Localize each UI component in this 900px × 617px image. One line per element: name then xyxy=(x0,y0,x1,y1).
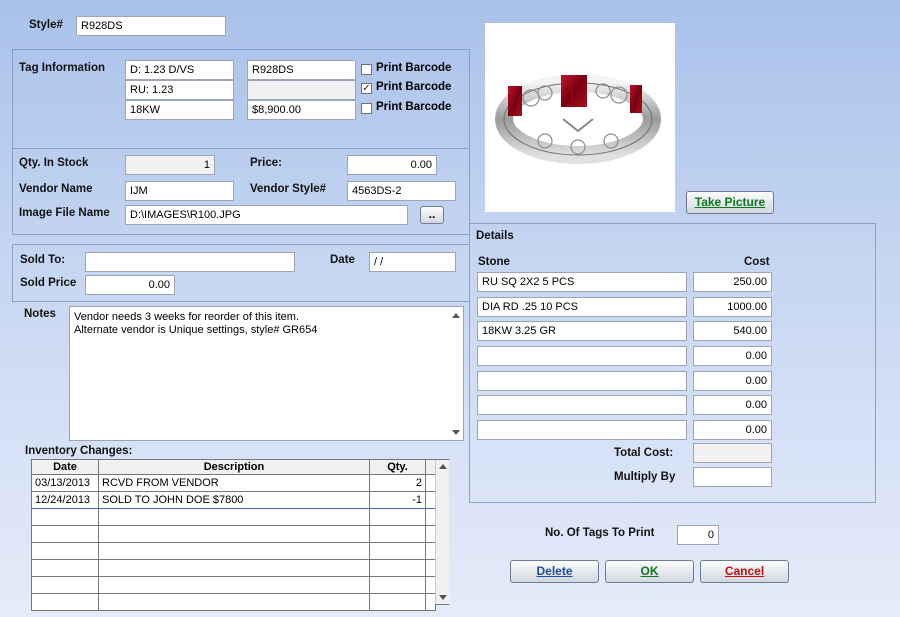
sold-to-label: Sold To: xyxy=(20,254,66,266)
qty-in-stock-field[interactable]: 1 xyxy=(125,155,215,175)
cost-field-7[interactable]: 0.00 xyxy=(693,420,772,440)
image-file-field[interactable]: D:\IMAGES\R100.JPG xyxy=(125,205,408,225)
scroll-down-icon[interactable] xyxy=(439,595,447,600)
cost-field-4[interactable]: 0.00 xyxy=(693,346,772,366)
cost-field-2[interactable]: 1000.00 xyxy=(693,297,772,317)
inventory-changes-label: Inventory Changes: xyxy=(25,445,133,457)
tag-line-3-right[interactable]: $8,900.00 xyxy=(247,100,356,120)
cost-field-1[interactable]: 250.00 xyxy=(693,272,772,292)
tag-line-2-left[interactable]: RU: 1.23 xyxy=(125,80,234,100)
price-field[interactable]: 0.00 xyxy=(347,155,437,175)
print-barcode-label-2: Print Barcode xyxy=(376,81,452,93)
stone-field-2[interactable]: DIA RD .25 10 PCS xyxy=(477,297,687,317)
vendor-style-field[interactable]: 4563DS-2 xyxy=(347,181,456,201)
print-barcode-checkbox-1[interactable] xyxy=(361,64,372,75)
table-row[interactable]: 12/24/2013 SOLD TO JOHN DOE $7800 -1 xyxy=(31,491,436,509)
tag-line-1-left[interactable]: D: 1.23 D/VS xyxy=(125,60,234,80)
notes-line-1: Vendor needs 3 weeks for reorder of this… xyxy=(74,311,300,323)
print-barcode-label-3: Print Barcode xyxy=(376,101,452,113)
multiply-by-field[interactable] xyxy=(693,467,772,487)
qty-in-stock-label: Qty. In Stock xyxy=(19,157,89,169)
inventory-cell-qty[interactable]: 2 xyxy=(369,474,426,492)
table-row[interactable] xyxy=(31,525,436,543)
style-field[interactable]: R928DS xyxy=(76,16,226,36)
image-file-label: Image File Name xyxy=(19,207,110,219)
table-row[interactable] xyxy=(31,559,436,577)
stone-header: Stone xyxy=(478,256,510,268)
inventory-cell-description[interactable]: RCVD FROM VENDOR xyxy=(98,474,370,492)
sold-price-label: Sold Price xyxy=(20,277,77,289)
table-row[interactable] xyxy=(31,508,436,526)
scroll-down-icon[interactable] xyxy=(452,430,460,435)
cost-field-5[interactable]: 0.00 xyxy=(693,371,772,391)
total-cost-label: Total Cost: xyxy=(614,447,674,459)
notes-line-2: Alternate vendor is Unique settings, sty… xyxy=(74,324,318,336)
scroll-up-icon[interactable] xyxy=(439,464,447,469)
cost-header: Cost xyxy=(744,256,770,268)
cost-field-3[interactable]: 540.00 xyxy=(693,321,772,341)
stone-field-3[interactable]: 18KW 3.25 GR xyxy=(477,321,687,341)
cost-field-6[interactable]: 0.00 xyxy=(693,395,772,415)
inventory-scrollbar[interactable] xyxy=(435,460,449,604)
tag-line-2-right[interactable] xyxy=(247,80,356,100)
details-label: Details xyxy=(476,230,514,242)
table-row[interactable]: 03/13/2013 RCVD FROM VENDOR 2 xyxy=(31,474,436,492)
browse-button[interactable]: .. xyxy=(420,206,444,224)
vendor-name-field[interactable]: IJM xyxy=(125,181,234,201)
vendor-name-label: Vendor Name xyxy=(19,183,93,195)
stone-field-7[interactable] xyxy=(477,420,687,440)
inventory-header-date[interactable]: Date xyxy=(31,459,99,475)
notes-scrollbar[interactable] xyxy=(449,307,463,440)
item-picture xyxy=(485,23,675,212)
tag-line-3-left[interactable]: 18KW xyxy=(125,100,234,120)
table-row[interactable] xyxy=(31,542,436,560)
delete-button[interactable]: Delete xyxy=(510,560,599,583)
ring-image xyxy=(495,74,661,164)
print-barcode-checkbox-3[interactable] xyxy=(361,103,372,114)
cancel-button[interactable]: Cancel xyxy=(700,560,789,583)
sold-to-field[interactable] xyxy=(85,252,295,272)
table-row[interactable] xyxy=(31,593,436,611)
panel-divider xyxy=(12,148,470,149)
tags-to-print-field[interactable]: 0 xyxy=(677,525,719,545)
notes-label: Notes xyxy=(24,308,56,320)
style-label: Style# xyxy=(29,19,63,31)
inventory-header-qty[interactable]: Qty. xyxy=(369,459,426,475)
stone-field-6[interactable] xyxy=(477,395,687,415)
print-barcode-checkbox-2[interactable]: ✓ xyxy=(361,83,372,94)
inventory-cell-qty[interactable]: -1 xyxy=(369,491,426,509)
price-label: Price: xyxy=(250,157,282,169)
sold-price-field[interactable]: 0.00 xyxy=(85,275,175,295)
stone-field-4[interactable] xyxy=(477,346,687,366)
tags-to-print-label: No. Of Tags To Print xyxy=(545,527,655,539)
inventory-cell-date[interactable]: 03/13/2013 xyxy=(31,474,99,492)
vendor-style-label: Vendor Style# xyxy=(250,183,327,195)
inventory-cell-description[interactable]: SOLD TO JOHN DOE $7800 xyxy=(98,491,370,509)
print-barcode-label-1: Print Barcode xyxy=(376,62,452,74)
multiply-by-label: Multiply By xyxy=(614,471,676,483)
stone-field-1[interactable]: RU SQ 2X2 5 PCS xyxy=(477,272,687,292)
inventory-table: Date Description Qty. 03/13/2013 RCVD FR… xyxy=(31,459,436,611)
tag-info-label: Tag Information xyxy=(19,62,106,74)
table-row[interactable] xyxy=(31,576,436,594)
tag-line-1-right[interactable]: R928DS xyxy=(247,60,356,80)
notes-textarea[interactable]: Vendor needs 3 weeks for reorder of this… xyxy=(69,306,464,441)
ok-button[interactable]: OK xyxy=(605,560,694,583)
total-cost-field xyxy=(693,443,772,463)
inventory-header-description[interactable]: Description xyxy=(98,459,370,475)
stone-field-5[interactable] xyxy=(477,371,687,391)
inventory-cell-date[interactable]: 12/24/2013 xyxy=(31,491,99,509)
scroll-up-icon[interactable] xyxy=(452,313,460,318)
sold-date-field[interactable]: / / xyxy=(369,252,456,272)
take-picture-button[interactable]: Take Picture xyxy=(686,191,774,214)
sold-date-label: Date xyxy=(330,254,355,266)
